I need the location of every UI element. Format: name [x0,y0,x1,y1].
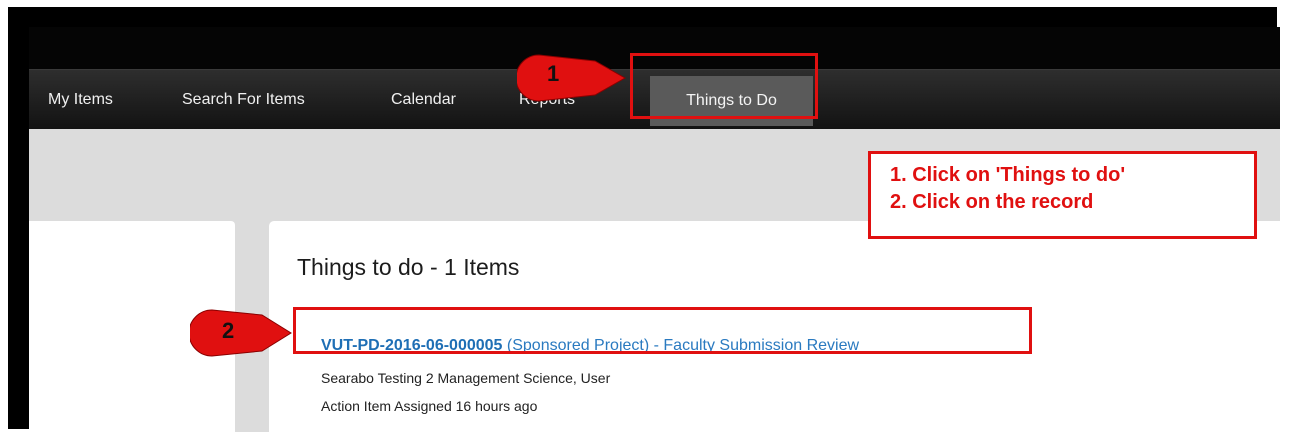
record-owner: Searabo Testing 2 Management Science, Us… [321,370,611,386]
nav-calendar[interactable]: Calendar [391,70,456,130]
record-status: Action Item Assigned 16 hours ago [321,398,538,414]
instructions-callout: 1. Click on 'Things to do' 2. Click on t… [868,151,1257,239]
marker-2-label: 2 [222,318,235,343]
marker-1-arrow [517,54,627,102]
instruction-2: 2. Click on the record [890,191,1094,213]
instruction-1: 1. Click on 'Things to do' [890,164,1126,186]
nav-my-items[interactable]: My Items [48,70,113,130]
nav-search-for-items[interactable]: Search For Items [182,70,305,130]
marker-1-label: 1 [547,61,560,86]
marker-2-arrow [190,309,292,357]
highlight-record [293,307,1032,354]
highlight-things-to-do [630,53,818,119]
page-title: Things to do - 1 Items [297,254,520,280]
